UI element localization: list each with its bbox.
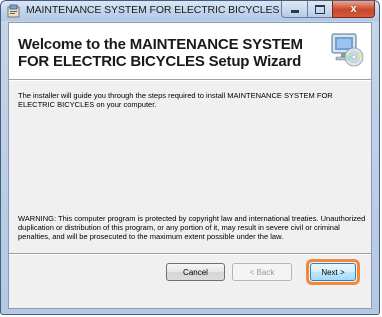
back-button[interactable]: < Back [232,263,292,281]
installer-window: MAINTENANCE SYSTEM FOR ELECTRIC BICYCLES… [0,0,380,315]
title-bar[interactable]: MAINTENANCE SYSTEM FOR ELECTRIC BICYCLES… [1,1,379,21]
window-title: MAINTENANCE SYSTEM FOR ELECTRIC BICYCLES [26,4,280,16]
computer-cd-install-icon [331,33,364,67]
maximize-button[interactable] [307,1,332,18]
installer-app-icon [7,4,20,18]
intro-text: The installer will guide you through the… [18,91,333,109]
close-button[interactable]: x [332,1,375,18]
close-icon: x [350,2,357,15]
window-controls: x [281,1,375,18]
next-button[interactable]: Next > [310,263,356,281]
button-separator [9,253,371,255]
copyright-warning: WARNING: This computer program is protec… [18,214,366,241]
wizard-heading: Welcome to the MAINTENANCE SYSTEM FOR EL… [18,36,303,70]
header-separator [9,80,371,81]
minimize-icon [290,10,299,13]
wizard-header: Welcome to the MAINTENANCE SYSTEM FOR EL… [9,23,371,80]
maximize-icon [315,4,325,14]
cancel-button[interactable]: Cancel [166,263,225,281]
dialog-client-area: Welcome to the MAINTENANCE SYSTEM FOR EL… [8,22,372,309]
minimize-button[interactable] [281,1,307,18]
